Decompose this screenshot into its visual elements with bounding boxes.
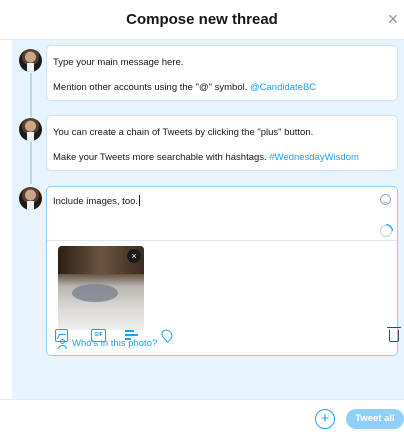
thread-connector-line bbox=[30, 73, 32, 117]
avatar bbox=[19, 187, 42, 210]
tweet-3-text[interactable]: Include images, too. bbox=[53, 195, 141, 207]
thread-connector-line bbox=[30, 142, 32, 184]
tweet-all-button[interactable]: Tweet all bbox=[346, 409, 404, 429]
dialog-header: Compose new thread × bbox=[0, 0, 404, 40]
divider bbox=[47, 240, 397, 241]
tweet-1-line-2: Mention other accounts using the "@" sym… bbox=[53, 82, 317, 93]
image-icon[interactable] bbox=[55, 329, 68, 342]
close-icon[interactable]: × bbox=[384, 9, 402, 29]
gif-icon[interactable]: GIF bbox=[91, 329, 106, 342]
dialog-footer: + Tweet all bbox=[0, 399, 404, 435]
tweet-editor-1[interactable]: Type your main message here. Mention oth… bbox=[46, 45, 398, 101]
add-tweet-button[interactable]: + bbox=[315, 409, 335, 429]
text-caret bbox=[139, 195, 141, 206]
emoji-icon[interactable] bbox=[380, 194, 391, 205]
poll-icon[interactable] bbox=[125, 329, 139, 342]
hashtag-link[interactable]: #WednesdayWisdom bbox=[269, 152, 359, 163]
location-icon[interactable] bbox=[159, 327, 175, 343]
compose-toolbar: GIF bbox=[46, 320, 404, 350]
tweet-2-line-1: You can create a chain of Tweets by clic… bbox=[53, 127, 314, 138]
attached-photo: × bbox=[58, 246, 144, 330]
avatar bbox=[19, 49, 42, 72]
tweet-editor-2[interactable]: You can create a chain of Tweets by clic… bbox=[46, 115, 398, 171]
remove-photo-button[interactable]: × bbox=[127, 249, 141, 263]
avatar bbox=[19, 118, 42, 141]
character-count-ring bbox=[380, 224, 393, 237]
tweet-2-line-2: Make your Tweets more searchable with ha… bbox=[53, 152, 359, 163]
trash-icon[interactable] bbox=[387, 327, 401, 342]
left-rail bbox=[0, 40, 12, 399]
dialog-title: Compose new thread bbox=[126, 11, 278, 28]
tweet-1-line-1: Type your main message here. bbox=[53, 57, 184, 68]
mention-link[interactable]: @CandidateBC bbox=[250, 82, 316, 93]
